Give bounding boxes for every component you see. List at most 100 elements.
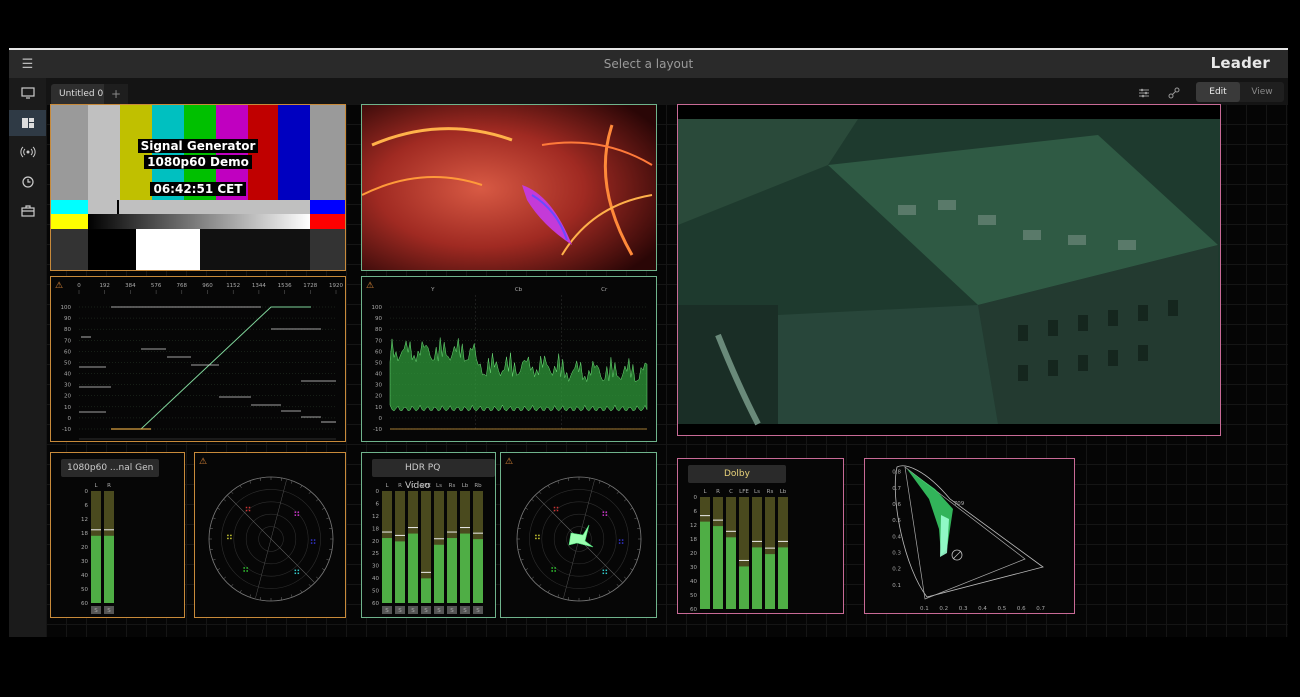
meter-scale-label: 50 (690, 593, 697, 599)
vectorscope-1-graph (208, 476, 334, 602)
color-target (297, 511, 300, 513)
y-tick-label: 70 (375, 338, 382, 344)
meter-channel-label: C (411, 483, 415, 489)
meter-level (382, 538, 392, 603)
ring-tick (329, 527, 333, 530)
meter-footer-label: S (476, 608, 480, 614)
color-target (553, 506, 556, 509)
ring-tick (223, 576, 226, 580)
cie-chromaticity-panel[interactable]: 0.1 0.2 0.3 0.4 0.5 0.6 0.7 0.8 0.7 0.6 0.5 0.4 0.3 0… (864, 458, 1075, 614)
color-target (621, 542, 624, 544)
meter-footer-label: S (94, 608, 98, 614)
chroma-plot-core (940, 515, 949, 557)
color-target (556, 506, 559, 509)
color-target (538, 537, 540, 540)
y-tick-label: 0 (68, 416, 72, 422)
ring-tick (588, 597, 591, 601)
meter-level (408, 533, 418, 603)
color-target (554, 570, 556, 572)
ring-tick (557, 480, 560, 484)
toolbox-icon[interactable] (9, 198, 46, 224)
vectorscope-panel-2[interactable]: ⚠ (500, 452, 657, 618)
color-target (243, 570, 245, 572)
meter-footer-label: S (385, 608, 389, 614)
meter-level (752, 547, 762, 609)
color-target (602, 511, 605, 513)
ring-tick (525, 568, 529, 571)
cie-y-tick: 0.4 (892, 534, 901, 540)
meter-level (765, 554, 775, 609)
monitor-icon[interactable] (9, 80, 46, 106)
x-tick-label: 1920 (329, 283, 343, 289)
waveform-panel-1[interactable]: ⚠ 0 192 384 576 768 960 1152 1344 1536 1728 1920 10… (50, 276, 346, 442)
waveform-panel-2[interactable]: ⚠ Y Cb Cr 100 90 80 70 60 50 40 30 20 10 0 -10 (361, 276, 657, 442)
meter-level (447, 538, 457, 603)
ring-tick (316, 498, 319, 502)
edit-mode-button[interactable]: Edit (1196, 82, 1240, 102)
vectorscope-panel-1[interactable]: ⚠ (194, 452, 346, 618)
ring-tick (329, 548, 333, 551)
ring-tick (321, 507, 325, 510)
y-tick-label: 80 (64, 327, 71, 333)
x-tick-label: 1344 (252, 283, 266, 289)
sliders-icon[interactable] (1135, 84, 1153, 102)
ring-tick (230, 584, 234, 587)
layout-icon[interactable] (9, 110, 46, 136)
meter-scale-label: 20 (372, 539, 379, 545)
meter-level (473, 539, 483, 603)
main-video-panel[interactable] (677, 104, 1221, 436)
view-mode-button[interactable]: View (1240, 82, 1284, 102)
spectral-locus (894, 465, 1044, 598)
x-tick-label: 576 (151, 283, 162, 289)
ring-tick (637, 527, 641, 530)
color-target (297, 572, 300, 575)
color-target (551, 570, 553, 572)
color-target (313, 539, 316, 541)
color-target (297, 514, 300, 516)
tab-untitled-0[interactable]: Untitled 0 (51, 84, 112, 104)
video-preview-panel[interactable] (361, 104, 657, 271)
audio-meter-panel-3[interactable]: Dolby 0 6 12 18 20 30 40 50 60 L R C LFE Ls Rs Lb (677, 458, 844, 614)
signal-generator-panel[interactable]: Signal Generator 1080p60 Demo 06:42:51 C… (50, 104, 346, 271)
ring-tick (517, 527, 521, 530)
meter-footer-label: S (437, 608, 441, 614)
ring-tick (280, 597, 283, 601)
ring-tick (608, 485, 611, 489)
cie-x-tick: 0.3 (959, 606, 968, 612)
cie-x-tick: 0.4 (978, 606, 987, 612)
add-tab-button[interactable]: + (104, 84, 128, 104)
color-target (535, 537, 537, 540)
meter-scale-label: 18 (372, 526, 379, 532)
brand-logo: Leader (1210, 54, 1270, 72)
layout-selector[interactable]: Select a layout (9, 50, 1288, 78)
y-tick-label: 80 (375, 327, 382, 333)
building-video-image (678, 105, 1220, 435)
ring-tick (616, 584, 620, 587)
ring-tick (637, 548, 641, 551)
ring-tick (259, 597, 262, 601)
meter-level (421, 578, 431, 603)
meter-footer-label: S (450, 608, 454, 614)
color-target (294, 572, 297, 575)
channel-label: Cb (515, 287, 523, 293)
audio-meter-panel-1[interactable]: 1080p60 ...nal Gen 0 6 12 18 20 30 40 50 60 L S R S (50, 452, 185, 618)
color-target (605, 569, 608, 572)
ring-tick (547, 589, 550, 593)
link-icon[interactable] (1165, 84, 1183, 102)
meter-channel-label: Lb (462, 483, 469, 489)
meter-channel-label: L (385, 483, 389, 489)
broadcast-icon[interactable] (9, 139, 46, 165)
color-target (602, 514, 605, 516)
meter-scale-label: 18 (81, 531, 88, 537)
meter-scale-label: 20 (81, 545, 88, 551)
meter-scale-label: 25 (372, 551, 379, 557)
meter-scale-label: 0 (376, 489, 380, 495)
ring-tick (239, 589, 242, 593)
color-target (245, 506, 248, 509)
y-tick-label: 100 (372, 305, 383, 311)
meter-channel-label: LFE (421, 483, 431, 489)
clock-icon[interactable] (9, 169, 46, 195)
ring-tick (547, 485, 550, 489)
audio-meter-panel-2[interactable]: HDR PQ Video 0 6 12 18 20 25 30 40 50 60 L S R S C S LFE… (361, 452, 496, 618)
x-tick-label: 768 (177, 283, 188, 289)
